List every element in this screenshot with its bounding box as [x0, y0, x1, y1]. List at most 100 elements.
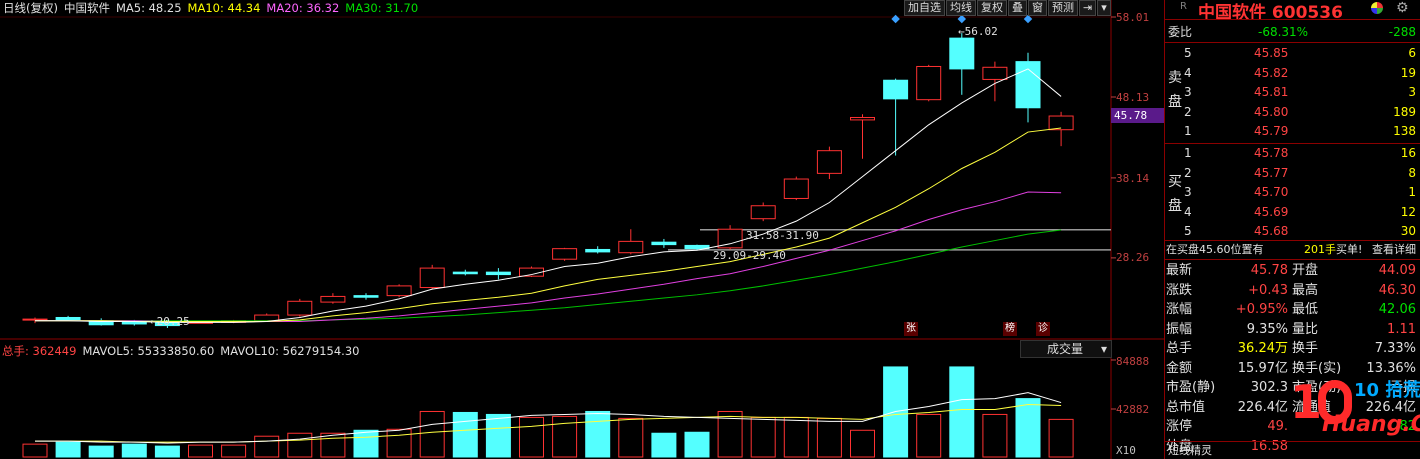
sell-row-1[interactable]: 1 45.79 138 — [1164, 122, 1420, 140]
window-button[interactable]: 窗 — [1028, 0, 1047, 16]
notice-text: 在买盘45.60位置有 — [1166, 243, 1264, 256]
overlay-button[interactable]: 叠 — [1008, 0, 1027, 16]
buy-row-3[interactable]: 3 45.70 1 — [1164, 183, 1420, 201]
buy-row-5[interactable]: 5 45.68 30 — [1164, 222, 1420, 240]
notice-row: 在买盘45.60位置有 201手 买单! 查看详细 — [1164, 241, 1420, 259]
period-label: 日线(复权) — [3, 1, 58, 15]
sell-row-4[interactable]: 4 45.82 19 — [1164, 64, 1420, 82]
ma20-line — [35, 191, 1062, 323]
event-tag-bang[interactable]: 榜 — [1003, 322, 1017, 336]
buy-row-4[interactable]: 4 45.69 12 — [1164, 203, 1420, 221]
total-volume-label: 总手: 362449 — [2, 344, 77, 358]
chart-header: 日线(复权) 中国软件 MA5: 48.25 MA10: 44.34 MA20: 36.… — [3, 1, 424, 15]
sell-row-2[interactable]: 2 45.80 189 — [1164, 103, 1420, 121]
level-volume: 30 — [1400, 224, 1416, 238]
stat-label: 换手 — [1292, 341, 1319, 356]
view-detail-link[interactable]: 查看详细 — [1372, 241, 1416, 259]
volume-bar — [684, 431, 710, 458]
ma30-label: MA30: 31.70 — [345, 1, 419, 15]
level-number: 2 — [1184, 104, 1192, 119]
level-price: 45.77 — [1254, 165, 1289, 180]
volume-bar — [1015, 398, 1041, 458]
candle-body — [1048, 115, 1074, 131]
candle-body — [55, 316, 81, 321]
chevron-down-icon: ▾ — [1100, 342, 1107, 356]
kline-chart[interactable] — [0, 0, 1164, 459]
sell-row-5[interactable]: 5 45.85 6 — [1164, 44, 1420, 62]
stat-value: 9.35% — [1246, 321, 1288, 337]
stock-name-label: 中国软件 — [63, 1, 110, 15]
event-tag-zhen[interactable]: 诊 — [1036, 322, 1050, 336]
stat-label: 最低 — [1292, 302, 1319, 317]
stat-value: 15.97亿 — [1237, 360, 1288, 376]
candle-body — [419, 267, 445, 289]
volume-bar — [154, 445, 180, 458]
candle-body — [750, 205, 776, 220]
event-diamond-icon — [957, 14, 967, 24]
event-tag-zhang[interactable]: 张 — [904, 322, 918, 336]
candle-body — [552, 248, 578, 260]
price-tick-2: 48.13 — [1116, 91, 1150, 104]
stat-label: 涨跌 — [1166, 282, 1193, 298]
indicator-select[interactable]: 成交量 ▾ — [1020, 340, 1112, 358]
stat-row: 涨幅 +0.95% 最低 42.06 — [1164, 301, 1420, 319]
stat-label: 总手 — [1166, 341, 1193, 356]
ma5-line — [35, 68, 1062, 323]
candle-body — [850, 116, 875, 121]
level-volume: 12 — [1400, 204, 1416, 219]
candle-body — [22, 318, 48, 321]
volume-bar — [221, 444, 247, 458]
volume-bar — [88, 445, 114, 458]
footer-label[interactable]: 短线精灵 — [1168, 442, 1212, 458]
weibi-row: 委比 -68.31% -288 — [1164, 23, 1420, 41]
gear-icon[interactable]: ⚙ — [1396, 0, 1416, 16]
range1-annotation: 31.58-31.90 — [746, 229, 819, 242]
volume-bar — [55, 441, 81, 458]
buy-row-1[interactable]: 1 45.78 16 — [1164, 144, 1420, 162]
add-watchlist-button[interactable]: 加自选 — [904, 0, 945, 16]
level-number: 3 — [1184, 85, 1192, 99]
candle-body — [287, 300, 313, 316]
volume-bar — [651, 432, 677, 458]
volume-bar — [750, 416, 776, 458]
range2-annotation: 29.09-29.40 — [713, 249, 786, 262]
level-price: 45.85 — [1254, 46, 1289, 60]
price-tick-5: 28.26 — [1116, 251, 1150, 264]
vol-tick-1: 84888 — [1116, 355, 1150, 368]
buy-row-2[interactable]: 2 45.77 8 — [1164, 164, 1420, 182]
ma-button[interactable]: 均线 — [946, 0, 976, 16]
r-marker: R — [1180, 1, 1187, 12]
volume-bar — [783, 416, 809, 458]
forecast-button[interactable]: 预测 — [1048, 0, 1078, 16]
volume-header: 总手: 362449 MAVOL5: 55333850.60 MAVOL10: 56… — [2, 344, 365, 358]
stat-value: +0.95% — [1235, 302, 1288, 317]
notice-volume: 201手 — [1304, 243, 1336, 256]
level-volume: 8 — [1408, 165, 1416, 180]
level-price: 45.69 — [1254, 204, 1289, 219]
level-price: 45.79 — [1254, 124, 1289, 138]
stat-row: 总手 36.24万 换手 7.33% — [1164, 340, 1420, 358]
level-price: 45.70 — [1254, 185, 1289, 199]
volume-bar — [949, 366, 975, 458]
adjust-button[interactable]: 复权 — [977, 0, 1007, 16]
stat-label: 开盘 — [1292, 263, 1319, 278]
stat-label: 量比 — [1292, 321, 1319, 337]
notice-action: 买单! — [1336, 243, 1363, 256]
stat-value: 1.11 — [1387, 321, 1416, 337]
level-number: 1 — [1184, 124, 1192, 138]
level-volume: 16 — [1400, 146, 1416, 160]
mavol10-label: MAVOL10: 56279154.30 — [220, 344, 360, 358]
vol-scale: X10 — [1116, 444, 1136, 457]
sell-row-3[interactable]: 3 45.81 3 — [1164, 83, 1420, 101]
level-price: 45.68 — [1254, 224, 1289, 238]
stat-label: 最高 — [1292, 282, 1319, 298]
level-number: 4 — [1184, 204, 1192, 219]
candle-body — [949, 37, 975, 70]
chart-toolbar: 加自选 均线 复权 叠 窗 预测 ⇥ ▾ — [904, 0, 1111, 16]
ma10-line — [35, 127, 1062, 323]
candle-body — [485, 271, 511, 276]
exit-icon[interactable]: ⇥ — [1079, 0, 1097, 16]
volume-bar — [816, 417, 842, 458]
stat-row: 最新 45.78 开盘 44.09 — [1164, 262, 1420, 280]
dropdown-icon[interactable]: ▾ — [1097, 0, 1111, 16]
